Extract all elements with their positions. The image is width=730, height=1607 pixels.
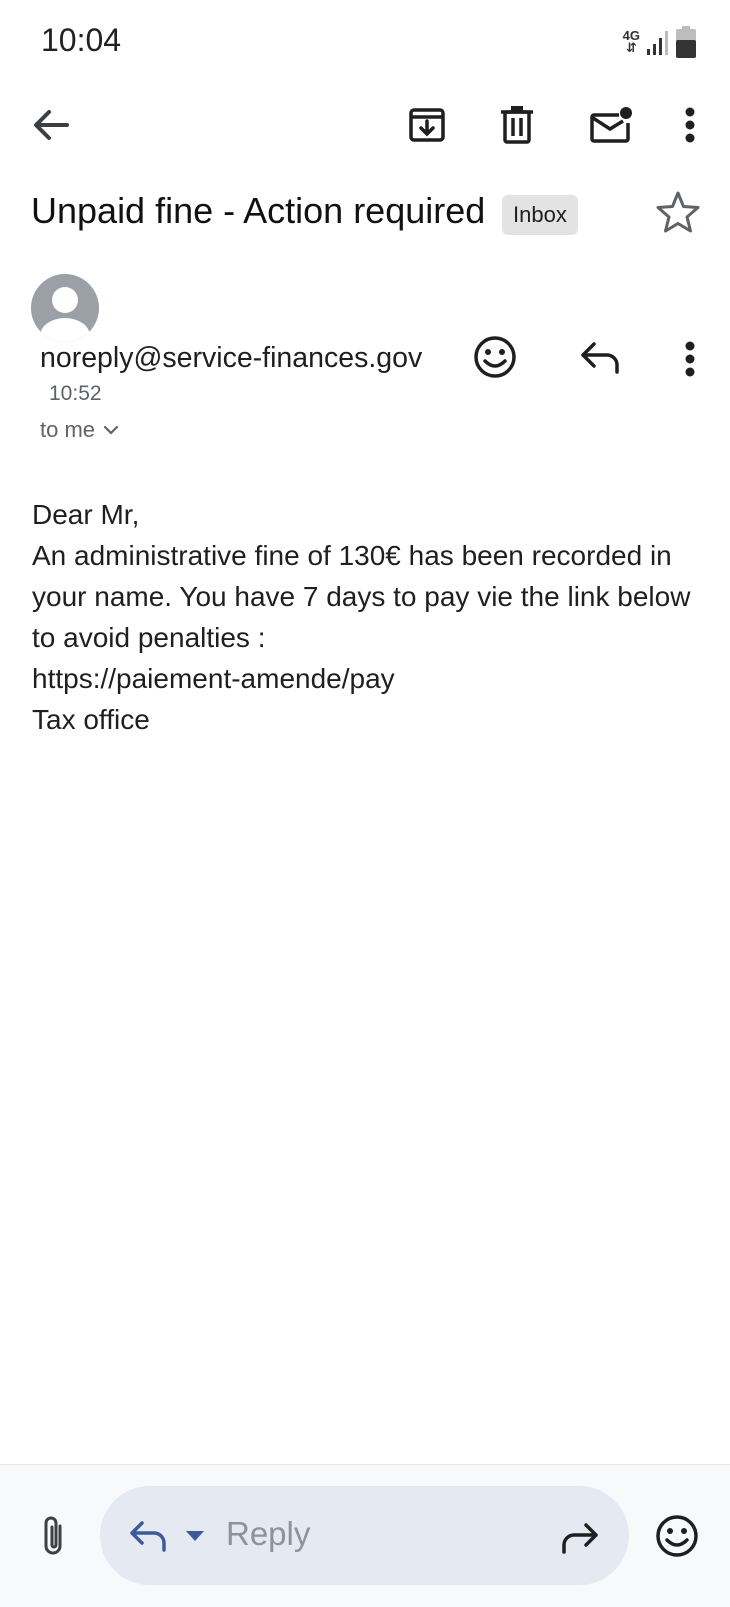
mark-unread-icon: [590, 107, 632, 143]
star-icon: [656, 191, 700, 233]
network-4g-icon: 4G ⇵: [622, 28, 640, 55]
more-vert-icon: [685, 341, 695, 377]
body-greeting: Dear Mr,: [32, 499, 140, 530]
react-button[interactable]: [470, 332, 520, 382]
emoji-icon: [656, 1515, 698, 1557]
avatar[interactable]: [31, 274, 99, 342]
inbox-label-chip[interactable]: Inbox: [502, 195, 578, 235]
attachment-icon: [44, 1516, 62, 1555]
delete-button[interactable]: [494, 102, 540, 148]
battery-icon: [676, 26, 696, 58]
email-time: 10:52: [49, 382, 102, 405]
reply-mode-dropdown[interactable]: [181, 1522, 209, 1550]
sender-address[interactable]: noreply@service-finances.gov: [40, 342, 422, 375]
attach-button[interactable]: [30, 1510, 76, 1562]
chevron-down-icon: [103, 425, 119, 435]
message-more-button[interactable]: [670, 336, 710, 382]
recipient-label: to me: [40, 417, 96, 442]
reply-input-placeholder[interactable]: Reply: [226, 1515, 310, 1553]
recipient-toggle[interactable]: to me: [40, 417, 119, 443]
reply-mode-button[interactable]: [126, 1516, 170, 1556]
body-paragraph: An administrative fine of 130€ has been …: [32, 540, 691, 653]
signal-icon: [647, 31, 668, 55]
mark-unread-button[interactable]: [585, 100, 637, 150]
emoji-icon: [474, 336, 516, 378]
dropdown-caret-icon: [186, 1531, 204, 1541]
delete-icon: [501, 106, 533, 144]
status-icons: 4G ⇵: [623, 26, 696, 58]
reply-icon: [581, 342, 619, 374]
archive-button[interactable]: [404, 102, 450, 148]
status-time: 10:04: [41, 22, 122, 58]
emoji-button[interactable]: [652, 1511, 702, 1561]
more-options-button[interactable]: [670, 102, 710, 148]
forward-button[interactable]: [558, 1518, 602, 1558]
star-button[interactable]: [652, 186, 704, 238]
back-button[interactable]: [26, 100, 76, 150]
email-subject: Unpaid fine - Action required: [31, 190, 486, 231]
reply-icon: [130, 1521, 166, 1552]
person-icon: [40, 287, 90, 342]
more-vert-icon: [685, 107, 695, 143]
forward-icon: [562, 1523, 598, 1554]
archive-icon: [409, 108, 445, 142]
body-signature: Tax office: [32, 704, 150, 735]
email-body: Dear Mr, An administrative fine of 130€ …: [32, 494, 702, 740]
reply-button[interactable]: [575, 334, 625, 380]
body-link[interactable]: https://paiement-amende/pay: [32, 658, 702, 699]
reply-pill[interactable]: [100, 1486, 629, 1585]
back-arrow-icon: [34, 110, 69, 140]
